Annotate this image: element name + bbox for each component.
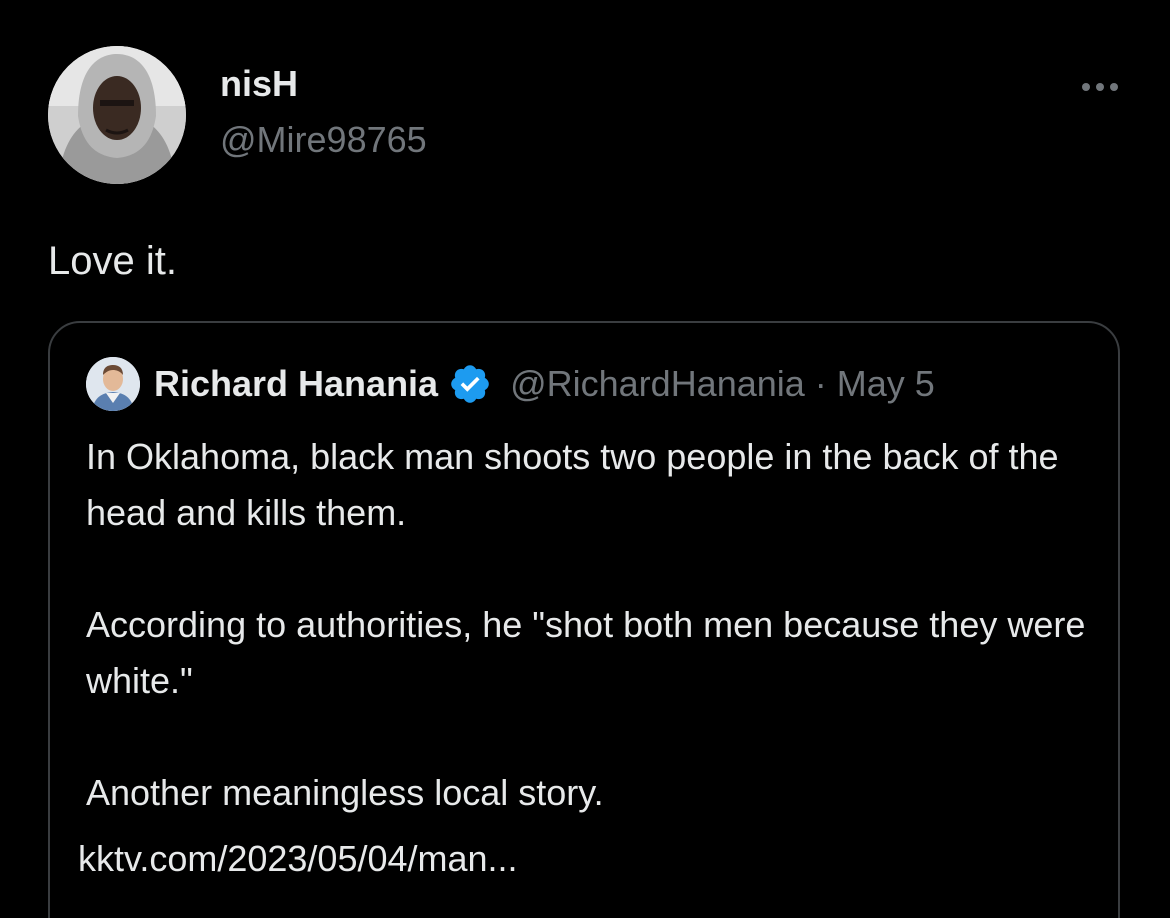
verified-badge-icon — [448, 362, 492, 406]
more-options-button[interactable] — [1070, 70, 1130, 104]
quoted-tweet-date[interactable]: May 5 — [837, 363, 935, 405]
author-handle[interactable]: @Mire98765 — [220, 118, 427, 162]
tweet-text: Love it. — [48, 239, 177, 283]
author-avatar[interactable] — [48, 46, 186, 184]
quoted-author-handle[interactable]: @RichardHanania — [510, 363, 805, 405]
more-horizontal-icon — [1082, 83, 1090, 91]
quoted-author-name[interactable]: Richard Hanania — [154, 363, 438, 405]
header-separator: · — [814, 363, 827, 404]
quoted-tweet-paragraph: Another meaningless local story. — [86, 772, 604, 813]
quoted-tweet-header: Richard Hanania @RichardHanania · May 5 — [154, 359, 935, 409]
quoted-tweet-card[interactable]: Richard Hanania @RichardHanania · May 5 … — [48, 321, 1120, 918]
quoted-author-avatar[interactable] — [86, 357, 140, 411]
author-name[interactable]: nisH — [220, 62, 298, 106]
quoted-tweet-paragraph: In Oklahoma, black man shoots two people… — [86, 436, 1069, 533]
quoted-tweet-body: In Oklahoma, black man shoots two people… — [86, 429, 1086, 821]
tweet-view: nisH @Mire98765 Love it. Richard Hanania — [0, 0, 1170, 918]
quoted-tweet-link[interactable]: kktv.com/2023/05/04/man... — [78, 831, 518, 887]
quoted-tweet-paragraph: According to authorities, he "shot both … — [86, 604, 1096, 701]
